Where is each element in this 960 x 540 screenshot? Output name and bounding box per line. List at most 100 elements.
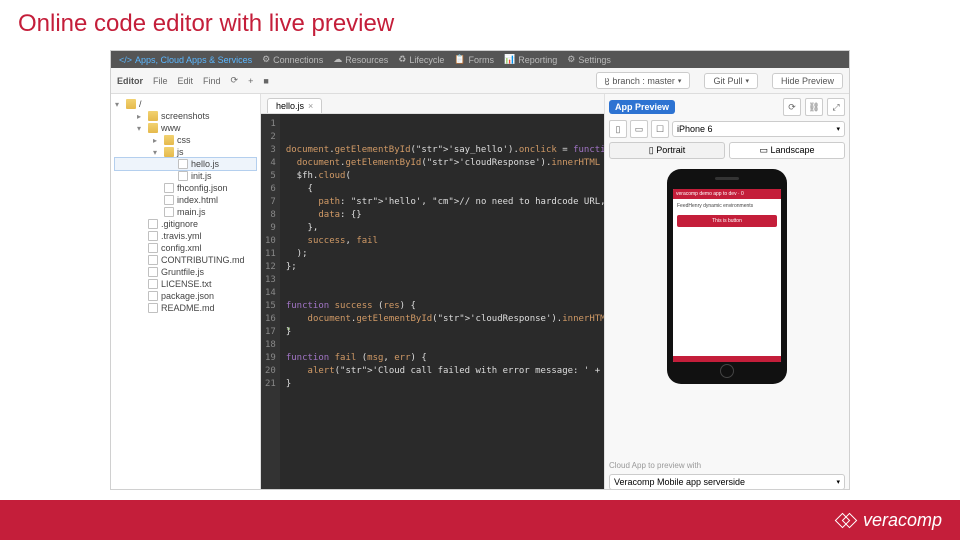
device-tablet-icon[interactable]: ▭	[630, 120, 648, 138]
phone-screen[interactable]: veracomp demo app to dev · 0 FeedHenry d…	[673, 189, 781, 362]
cloud-app-select[interactable]: Veracomp Mobile app serverside▾	[609, 474, 845, 490]
refresh-preview-icon[interactable]: ⟳	[783, 98, 801, 116]
toolbar-editor-label: Editor	[117, 76, 143, 86]
folder-icon[interactable]: ■	[263, 76, 268, 86]
file-icon	[178, 171, 188, 181]
landscape-label: Landscape	[770, 145, 814, 155]
tree-item-init-js[interactable]: init.js	[115, 170, 256, 182]
footer-bar: veracomp	[0, 500, 960, 540]
branch-label: branch : master	[612, 76, 675, 86]
tree-item-index-html[interactable]: index.html	[115, 194, 256, 206]
nav-settings-label: Settings	[578, 55, 611, 65]
tree-root[interactable]: ▾/	[115, 98, 256, 110]
hide-preview-button[interactable]: Hide Preview	[772, 73, 843, 89]
file-icon	[164, 183, 174, 193]
footer-logo: veracomp	[837, 510, 942, 531]
line-gutter: 123456789101112131415161718192021	[261, 114, 280, 490]
phone-frame: veracomp demo app to dev · 0 FeedHenry d…	[667, 169, 787, 384]
tree-item-LICENSE-txt[interactable]: LICENSE.txt	[115, 278, 256, 290]
file-icon	[148, 231, 158, 241]
folder-icon	[126, 99, 136, 109]
nav-forms-label: Forms	[469, 55, 495, 65]
nav-resources[interactable]: ☁ Resources	[333, 54, 388, 65]
device-select-label: iPhone 6	[677, 124, 713, 134]
cloud-app-label: Cloud App to preview with	[609, 461, 845, 470]
tree-item-main-js[interactable]: main.js	[115, 206, 256, 218]
tree-item-CONTRIBUTING-md[interactable]: CONTRIBUTING.md	[115, 254, 256, 266]
add-icon[interactable]: +	[248, 76, 253, 86]
preview-column: App Preview ⟳ ⛓ ⤢ ▯ ▭ ☐ iPhone 6▾ ▯ Port…	[604, 94, 849, 490]
slide-title: Online code editor with live preview	[0, 0, 960, 44]
phone-speaker	[715, 177, 739, 180]
phone-body-text: FeedHenry dynamic environments	[677, 203, 777, 209]
tree-item-README-md[interactable]: README.md	[115, 302, 256, 314]
toolbar-edit[interactable]: Edit	[178, 76, 194, 86]
file-tree: ▾/ ▸screenshots▾www▸css▾jshello.jsinit.j…	[111, 94, 261, 490]
nav-lifecycle[interactable]: ♻ Lifecycle	[398, 54, 444, 65]
device-desktop-icon[interactable]: ☐	[651, 120, 669, 138]
code-lines[interactable]: document.getElementById("str">'say_hello…	[280, 114, 604, 490]
twisty-icon: ▾	[115, 100, 123, 109]
tree-item-config-xml[interactable]: config.xml	[115, 242, 256, 254]
toolbar-file[interactable]: File	[153, 76, 168, 86]
file-icon	[148, 243, 158, 253]
refresh-icon[interactable]: ⟳	[231, 75, 239, 86]
phone-home-button	[720, 364, 734, 378]
expand-icon[interactable]: ⤢	[827, 98, 845, 116]
tree-item-label: LICENSE.txt	[161, 279, 212, 289]
device-select[interactable]: iPhone 6 ▾	[672, 121, 845, 137]
code-editor[interactable]: 123456789101112131415161718192021 docume…	[261, 114, 604, 490]
tree-item-label: init.js	[191, 171, 212, 181]
nav-resources-label: Resources	[345, 55, 388, 65]
branch-button[interactable]: ჸ branch : master ▾	[596, 72, 691, 89]
folder-icon	[148, 111, 158, 121]
tree-item-www[interactable]: ▾www	[115, 122, 256, 134]
portrait-button[interactable]: ▯ Portrait	[609, 142, 725, 159]
top-nav: </> Apps, Cloud Apps & Services ⚙ Connec…	[111, 51, 849, 68]
caret-icon: ▾	[678, 77, 682, 85]
nav-connections[interactable]: ⚙ Connections	[262, 54, 323, 65]
tree-item-package-json[interactable]: package.json	[115, 290, 256, 302]
tree-item--travis-yml[interactable]: .travis.yml	[115, 230, 256, 242]
file-icon	[148, 303, 158, 313]
tree-item-screenshots[interactable]: ▸screenshots	[115, 110, 256, 122]
tree-item-js[interactable]: ▾js	[115, 146, 256, 158]
nav-settings[interactable]: ⚙ Settings	[567, 54, 611, 65]
close-icon[interactable]: ×	[308, 101, 313, 111]
tree-item-label: README.md	[161, 303, 215, 313]
caret-icon: ▾	[836, 125, 840, 133]
file-icon	[148, 279, 158, 289]
tree-item-Gruntfile-js[interactable]: Gruntfile.js	[115, 266, 256, 278]
tree-item-label: package.json	[161, 291, 214, 301]
file-icon	[164, 207, 174, 217]
landscape-button[interactable]: ▭ Landscape	[729, 142, 845, 159]
tree-item--gitignore[interactable]: .gitignore	[115, 218, 256, 230]
tree-item-label: css	[177, 135, 191, 145]
tree-root-label: /	[139, 99, 142, 109]
phone-bottom-bar	[673, 356, 781, 362]
nav-reporting[interactable]: 📊 Reporting	[504, 54, 557, 65]
tree-item-label: fhconfig.json	[177, 183, 228, 193]
nav-apps[interactable]: </> Apps, Cloud Apps & Services	[119, 55, 252, 65]
editor-toolbar: Editor File Edit Find ⟳ + ■ ჸ branch : m…	[111, 68, 849, 94]
tree-item-css[interactable]: ▸css	[115, 134, 256, 146]
tree-item-hello-js[interactable]: hello.js	[115, 158, 256, 170]
link-icon[interactable]: ⛓	[805, 98, 823, 116]
logo-mark-icon	[837, 510, 857, 530]
twisty-icon: ▾	[137, 124, 145, 133]
git-pull-label: Git Pull	[713, 76, 742, 86]
nav-forms[interactable]: 📋 Forms	[454, 54, 494, 65]
tree-item-label: config.xml	[161, 243, 202, 253]
tree-item-label: index.html	[177, 195, 218, 205]
tree-item-fhconfig-json[interactable]: fhconfig.json	[115, 182, 256, 194]
phone-demo-button[interactable]: This is button	[677, 215, 777, 227]
device-phone-icon[interactable]: ▯	[609, 120, 627, 138]
file-icon	[148, 267, 158, 277]
tab-hello-js[interactable]: hello.js×	[267, 98, 322, 113]
git-pull-button[interactable]: Git Pull ▾	[704, 73, 758, 89]
twisty-icon: ▸	[137, 112, 145, 121]
folder-icon	[148, 123, 158, 133]
editor-column: hello.js× 123456789101112131415161718192…	[261, 94, 604, 490]
toolbar-find[interactable]: Find	[203, 76, 221, 86]
caret-icon: ▾	[745, 77, 749, 85]
